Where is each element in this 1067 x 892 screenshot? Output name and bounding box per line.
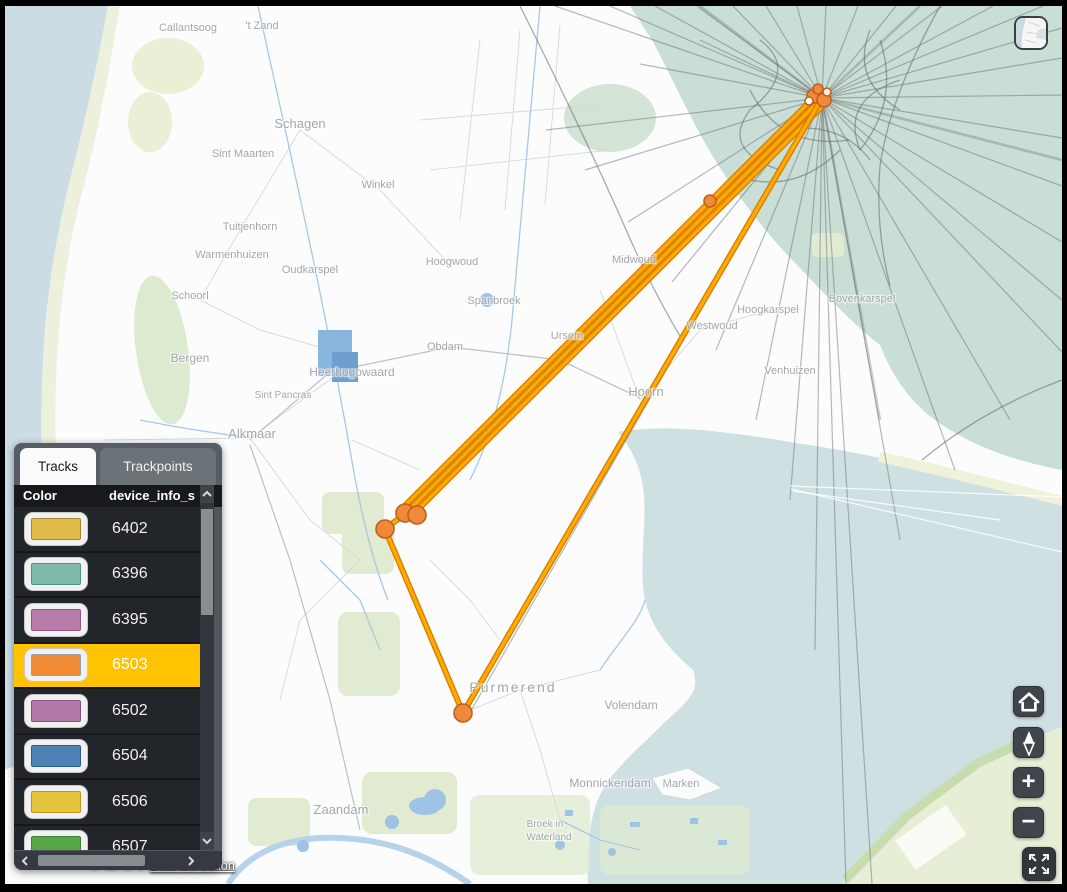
swatch-fill: [31, 563, 81, 585]
device-id: 6506: [112, 793, 148, 811]
column-header-device: device_info_s: [109, 488, 197, 503]
track-list: 6402 6396 6395 6503: [14, 507, 200, 850]
track-row[interactable]: 6502: [14, 689, 200, 733]
scroll-left-button[interactable]: [16, 851, 33, 870]
device-id: 6504: [112, 747, 148, 765]
device-id: 6402: [112, 520, 148, 538]
home-button[interactable]: [1013, 686, 1044, 717]
color-swatch[interactable]: [24, 648, 88, 682]
chevron-left-icon: [20, 855, 30, 867]
app-window: Callantsoog't ZandSchagenSint MaartenWin…: [0, 0, 1067, 892]
track-row[interactable]: 6503: [14, 644, 200, 688]
device-cell: 6502: [104, 689, 200, 733]
scroll-up-button[interactable]: [200, 485, 214, 503]
swatch-fill: [31, 518, 81, 540]
color-swatch[interactable]: [24, 830, 88, 850]
color-cell: [14, 826, 102, 851]
swatch-fill: [31, 791, 81, 813]
fullscreen-button[interactable]: [1022, 847, 1056, 881]
device-cell: 6396: [104, 553, 200, 597]
vertical-scroll-thumb[interactable]: [201, 509, 213, 615]
zoom-out-button[interactable]: −: [1013, 807, 1044, 838]
color-cell: [14, 598, 102, 642]
vertical-scrollbar[interactable]: [200, 485, 214, 850]
color-swatch[interactable]: [24, 557, 88, 591]
compass-button[interactable]: [1013, 727, 1044, 758]
base-layer-picker-button[interactable]: [1014, 16, 1048, 50]
trackpoint-marker[interactable]: [805, 97, 813, 105]
trackpoint-marker[interactable]: [454, 704, 472, 722]
tracks-panel: Tracks Trackpoints Color device_info_s 6…: [14, 443, 222, 870]
chevron-right-icon: [186, 855, 196, 867]
chevron-up-icon: [201, 489, 213, 499]
device-id: 6396: [112, 565, 148, 583]
device-cell: 6507: [104, 826, 200, 851]
trackpoint-marker[interactable]: [823, 88, 831, 96]
base-layer-thumbnail: [1016, 18, 1046, 48]
swatch-fill: [31, 700, 81, 722]
compass-needle-icon: [1019, 730, 1039, 756]
column-header-color: Color: [23, 488, 57, 503]
home-icon: [1018, 692, 1040, 712]
swatch-fill: [31, 745, 81, 767]
trackpoint-marker[interactable]: [408, 506, 426, 524]
swatch-fill: [31, 836, 81, 850]
color-cell: [14, 780, 102, 824]
trackpoint-marker[interactable]: [813, 84, 823, 94]
color-swatch[interactable]: [24, 785, 88, 819]
scroll-down-button[interactable]: [200, 832, 214, 850]
device-id: 6507: [112, 838, 148, 850]
track-row[interactable]: 6504: [14, 735, 200, 779]
table-header: Color device_info_s: [14, 485, 222, 507]
swatch-fill: [31, 609, 81, 631]
chevron-down-icon: [201, 836, 213, 846]
color-cell: [14, 644, 102, 688]
color-cell: [14, 735, 102, 779]
color-cell: [14, 553, 102, 597]
track-row[interactable]: 6396: [14, 553, 200, 597]
device-cell: 6503: [104, 644, 200, 688]
trackpoint-marker[interactable]: [376, 520, 394, 538]
tab-trackpoints[interactable]: Trackpoints: [100, 448, 216, 485]
device-id: 6502: [112, 702, 148, 720]
fullscreen-icon: [1028, 853, 1050, 875]
horizontal-scroll-thumb[interactable]: [38, 855, 145, 866]
device-cell: 6402: [104, 507, 200, 551]
scroll-right-button[interactable]: [182, 851, 199, 870]
color-cell: [14, 507, 102, 551]
track-row[interactable]: 6395: [14, 598, 200, 642]
color-swatch[interactable]: [24, 739, 88, 773]
device-id: 6395: [112, 611, 148, 629]
zoom-in-button[interactable]: +: [1013, 767, 1044, 798]
tab-tracks[interactable]: Tracks: [20, 448, 96, 485]
swatch-fill: [31, 654, 81, 676]
device-cell: 6504: [104, 735, 200, 779]
color-swatch[interactable]: [24, 512, 88, 546]
color-swatch[interactable]: [24, 694, 88, 728]
track-row[interactable]: 6506: [14, 780, 200, 824]
device-cell: 6506: [104, 780, 200, 824]
trackpoint-marker[interactable]: [704, 195, 716, 207]
device-id: 6503: [112, 656, 148, 674]
track-row[interactable]: 6402: [14, 507, 200, 551]
color-swatch[interactable]: [24, 603, 88, 637]
horizontal-scrollbar[interactable]: [14, 851, 222, 870]
color-cell: [14, 689, 102, 733]
panel-tabbar: Tracks Trackpoints: [14, 443, 222, 485]
track-row[interactable]: 6507: [14, 826, 200, 851]
device-cell: 6395: [104, 598, 200, 642]
